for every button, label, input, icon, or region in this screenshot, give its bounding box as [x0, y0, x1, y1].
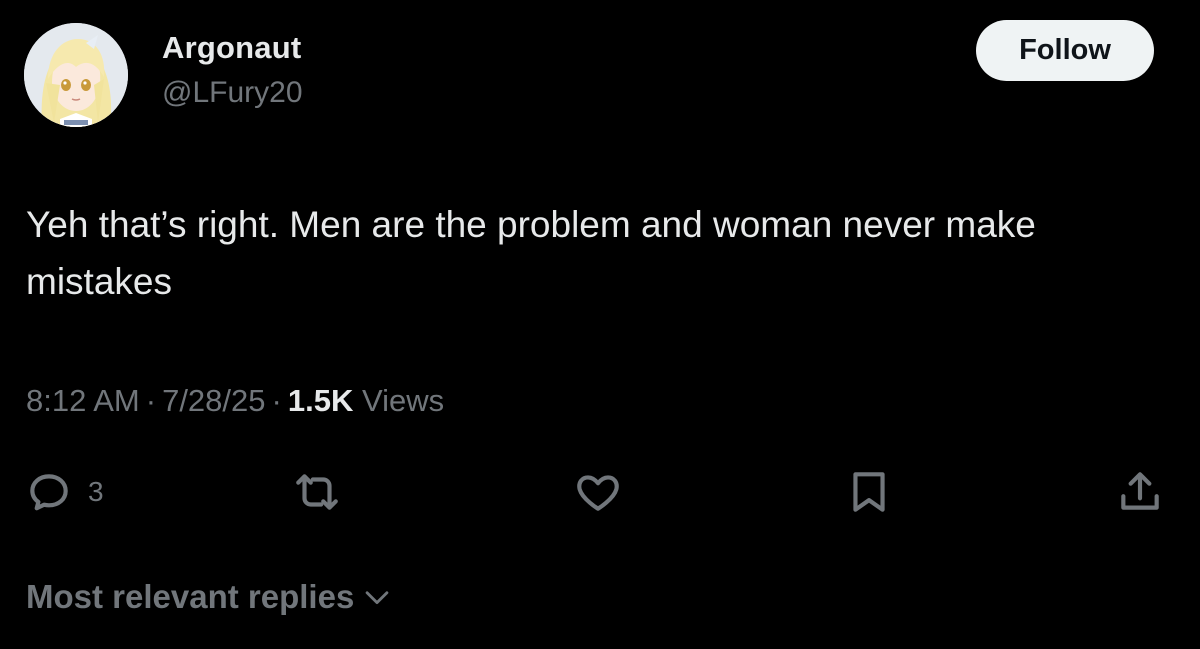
- reply-count: 3: [88, 476, 104, 507]
- avatar[interactable]: [24, 23, 128, 127]
- replies-sort-label: Most relevant replies: [26, 578, 355, 615]
- views-label[interactable]: Views: [362, 383, 444, 418]
- author-handle[interactable]: @LFury20: [162, 76, 303, 110]
- reply-button[interactable]: 3: [24, 466, 104, 518]
- views-count[interactable]: 1.5K: [288, 383, 353, 418]
- meta-separator: ·: [145, 383, 157, 418]
- share-icon: [1121, 472, 1159, 510]
- bookmark-button[interactable]: [844, 466, 894, 518]
- like-button[interactable]: [573, 466, 623, 518]
- heart-icon: [577, 475, 619, 511]
- repost-icon: [296, 474, 338, 510]
- author-display-name[interactable]: Argonaut: [162, 30, 301, 66]
- tweet-detail: Argonaut @LFury20 Follow Yeh that’s righ…: [0, 0, 1200, 649]
- follow-button[interactable]: Follow: [976, 20, 1154, 81]
- bookmark-icon: [853, 472, 885, 512]
- repost-button[interactable]: [292, 466, 342, 518]
- meta-separator: ·: [271, 383, 282, 418]
- tweet-text: Yeh that’s right. Men are the problem an…: [26, 204, 1036, 302]
- reply-icon: [30, 474, 68, 511]
- tweet-metadata: 8:12 AM · 7/28/25 · 1.5K Views: [26, 383, 444, 419]
- anime-avatar-icon: [24, 23, 128, 127]
- replies-sort-dropdown[interactable]: Most relevant replies: [26, 578, 394, 616]
- tweet-date[interactable]: 7/28/25: [162, 383, 265, 418]
- tweet-time[interactable]: 8:12 AM: [26, 383, 140, 418]
- share-button[interactable]: [1115, 466, 1165, 518]
- chevron-down-icon: [365, 591, 389, 605]
